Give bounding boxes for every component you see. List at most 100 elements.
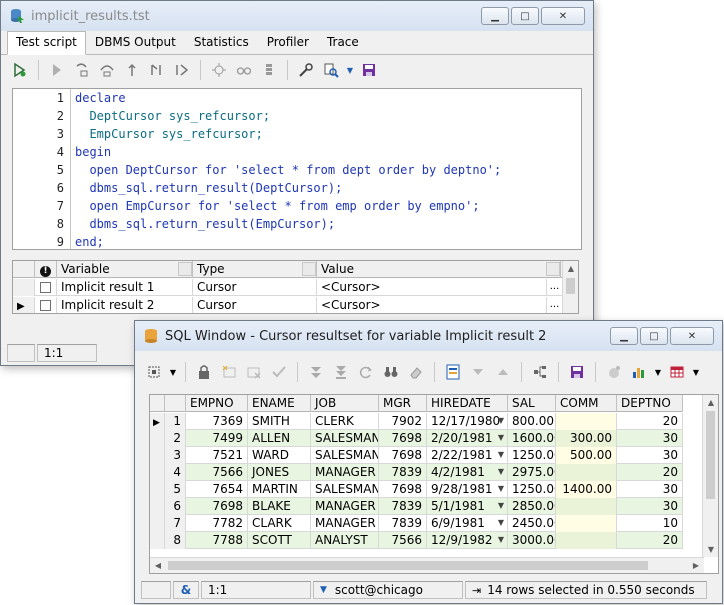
table-row[interactable]: 4 7566 JONES MANAGER 7839 4/2/1981 ▼ 2975.00 20 xyxy=(150,464,683,481)
code-line[interactable]: open EmpCursor for 'select * from emp or… xyxy=(75,197,501,215)
code-line[interactable]: DeptCursor sys_refcursor; xyxy=(75,107,501,125)
cell-mgr[interactable]: 7698 xyxy=(379,430,427,447)
row-selector[interactable] xyxy=(150,430,165,447)
minimize-button[interactable]: ▁ xyxy=(481,7,509,25)
header-cell-job[interactable]: JOB xyxy=(311,395,379,412)
cell-variable[interactable]: Implicit result 2 xyxy=(57,297,193,313)
close-button[interactable]: ✕ xyxy=(541,7,585,25)
result-horizontal-scrollbar[interactable]: ◀ ▶ xyxy=(150,557,704,573)
table-row[interactable]: ▶ Implicit result 2 Cursor <Cursor> ... xyxy=(13,297,563,313)
cell-mgr[interactable]: 7839 xyxy=(379,515,427,532)
next-record-button[interactable] xyxy=(492,361,514,383)
cell-mgr[interactable]: 7839 xyxy=(379,464,427,481)
status-connection[interactable]: ▼ scott@chicago xyxy=(313,581,463,599)
export-button[interactable] xyxy=(666,361,688,383)
cell-empno[interactable]: 7369 xyxy=(186,413,248,430)
cell-mgr[interactable]: 7698 xyxy=(379,447,427,464)
scroll-up-icon[interactable]: ▲ xyxy=(703,398,718,407)
cell-ename[interactable]: SCOTT xyxy=(248,532,311,549)
scroll-right-icon[interactable]: ▶ xyxy=(688,561,704,570)
cell-ename[interactable]: ALLEN xyxy=(248,430,311,447)
cell-job[interactable]: ANALYST xyxy=(311,532,379,549)
row-checkbox-cell[interactable] xyxy=(35,297,57,313)
cell-variable[interactable]: Implicit result 1 xyxy=(57,279,193,296)
cell-deptno[interactable]: 20 xyxy=(617,413,683,430)
cell-job[interactable]: MANAGER xyxy=(311,498,379,515)
query-by-example-button[interactable] xyxy=(380,361,402,383)
code-line[interactable]: EmpCursor sys_refcursor; xyxy=(75,125,501,143)
cell-comm[interactable] xyxy=(556,532,617,549)
row-checkbox[interactable] xyxy=(40,300,51,311)
debug-start-button[interactable] xyxy=(9,59,31,81)
variables-scrollbar[interactable]: ▲ xyxy=(562,261,578,313)
table-row[interactable]: 7 7782 CLARK MANAGER 7839 6/9/1981 ▼ 2450.00 10 xyxy=(150,515,683,532)
delete-record-button[interactable] xyxy=(243,361,265,383)
cell-deptno[interactable]: 30 xyxy=(617,498,683,515)
scrollbar-thumb[interactable] xyxy=(168,561,648,570)
row-selector[interactable] xyxy=(150,481,165,498)
run-to-cursor-button[interactable] xyxy=(171,59,193,81)
row-selector[interactable] xyxy=(150,464,165,481)
cell-comm[interactable]: 500.00 xyxy=(556,447,617,464)
cell-sal[interactable]: 2975.00 xyxy=(508,464,556,481)
cell-value[interactable]: <Cursor> xyxy=(317,297,547,313)
cell-hiredate[interactable]: 2/20/1981 ▼ xyxy=(427,430,508,447)
cell-sal[interactable]: 800.00 xyxy=(508,413,556,430)
cell-job[interactable]: MANAGER xyxy=(311,515,379,532)
header-cell-empno[interactable]: EMPNO xyxy=(186,395,248,412)
cell-ename[interactable]: BLAKE xyxy=(248,498,311,515)
cell-comm[interactable]: 300.00 xyxy=(556,430,617,447)
tab-test-script[interactable]: Test script xyxy=(7,31,86,55)
chart-button[interactable] xyxy=(628,361,650,383)
code-line[interactable]: dbms_sql.return_result(EmpCursor); xyxy=(75,215,501,233)
cell-sal[interactable]: 2850.00 xyxy=(508,498,556,515)
tab-statistics[interactable]: Statistics xyxy=(185,31,258,54)
table-row[interactable]: ▶ 1 7369 SMITH CLERK 7902 12/17/1980 ▼ 800.00 20 xyxy=(150,413,683,430)
sql-window-titlebar[interactable]: SQL Window - Cursor resultset for variab… xyxy=(135,321,722,351)
table-row[interactable]: 3 7521 WARD SALESMAN 7698 2/22/1981 ▼ 1250.00 50… xyxy=(150,447,683,464)
cell-empno[interactable]: 7566 xyxy=(186,464,248,481)
code-line[interactable]: begin xyxy=(75,143,501,161)
save-results-button[interactable] xyxy=(566,361,588,383)
code-editor[interactable]: 1 2 3 4 5 6 7 8 9 declare DeptCursor sys_refcurs… xyxy=(12,88,582,250)
cell-sal[interactable]: 1250.00 xyxy=(508,447,556,464)
tab-profiler[interactable]: Profiler xyxy=(258,31,318,54)
scrollbar-thumb[interactable] xyxy=(566,278,575,294)
scroll-left-icon[interactable]: ◀ xyxy=(150,561,166,570)
header-cell-type[interactable]: Type xyxy=(193,261,317,278)
variables-button[interactable] xyxy=(258,59,280,81)
row-selector[interactable] xyxy=(150,515,165,532)
fetch-next-page-button[interactable] xyxy=(305,361,327,383)
cell-type[interactable]: Cursor xyxy=(193,297,317,313)
cell-deptno[interactable]: 20 xyxy=(617,532,683,549)
cell-hiredate[interactable]: 6/9/1981 ▼ xyxy=(427,515,508,532)
cell-ename[interactable]: CLARK xyxy=(248,515,311,532)
cell-job[interactable]: MANAGER xyxy=(311,464,379,481)
step-into-button[interactable] xyxy=(71,59,93,81)
insert-record-button[interactable] xyxy=(218,361,240,383)
cell-mgr[interactable]: 7698 xyxy=(379,481,427,498)
header-cell-variable[interactable]: Variable xyxy=(57,261,193,278)
find-dropdown-button[interactable]: ▼ xyxy=(345,59,355,81)
scrollbar-thumb[interactable] xyxy=(706,411,715,499)
cell-type[interactable]: Cursor xyxy=(193,279,317,296)
cell-empno[interactable]: 7521 xyxy=(186,447,248,464)
cell-deptno[interactable]: 30 xyxy=(617,430,683,447)
cell-empno[interactable]: 7698 xyxy=(186,498,248,515)
row-checkbox-cell[interactable] xyxy=(35,279,57,296)
column-menu-button[interactable] xyxy=(178,262,192,276)
cell-ename[interactable]: JONES xyxy=(248,464,311,481)
cell-empno[interactable]: 7782 xyxy=(186,515,248,532)
fetch-mode-button[interactable] xyxy=(143,361,165,383)
step-out-button[interactable] xyxy=(121,59,143,81)
cell-empno[interactable]: 7654 xyxy=(186,481,248,498)
code-line[interactable]: declare xyxy=(75,89,501,107)
header-cell-deptno[interactable]: DEPTNO xyxy=(617,395,683,412)
result-vertical-scrollbar[interactable]: ▲ ▼ xyxy=(702,395,718,557)
code-area[interactable]: declare DeptCursor sys_refcursor; EmpCur… xyxy=(75,89,501,251)
lock-button[interactable] xyxy=(193,361,215,383)
column-menu-button[interactable] xyxy=(546,262,560,276)
cell-job[interactable]: SALESMAN xyxy=(311,430,379,447)
row-selector[interactable] xyxy=(150,447,165,464)
header-cell-rownum[interactable] xyxy=(165,395,186,412)
